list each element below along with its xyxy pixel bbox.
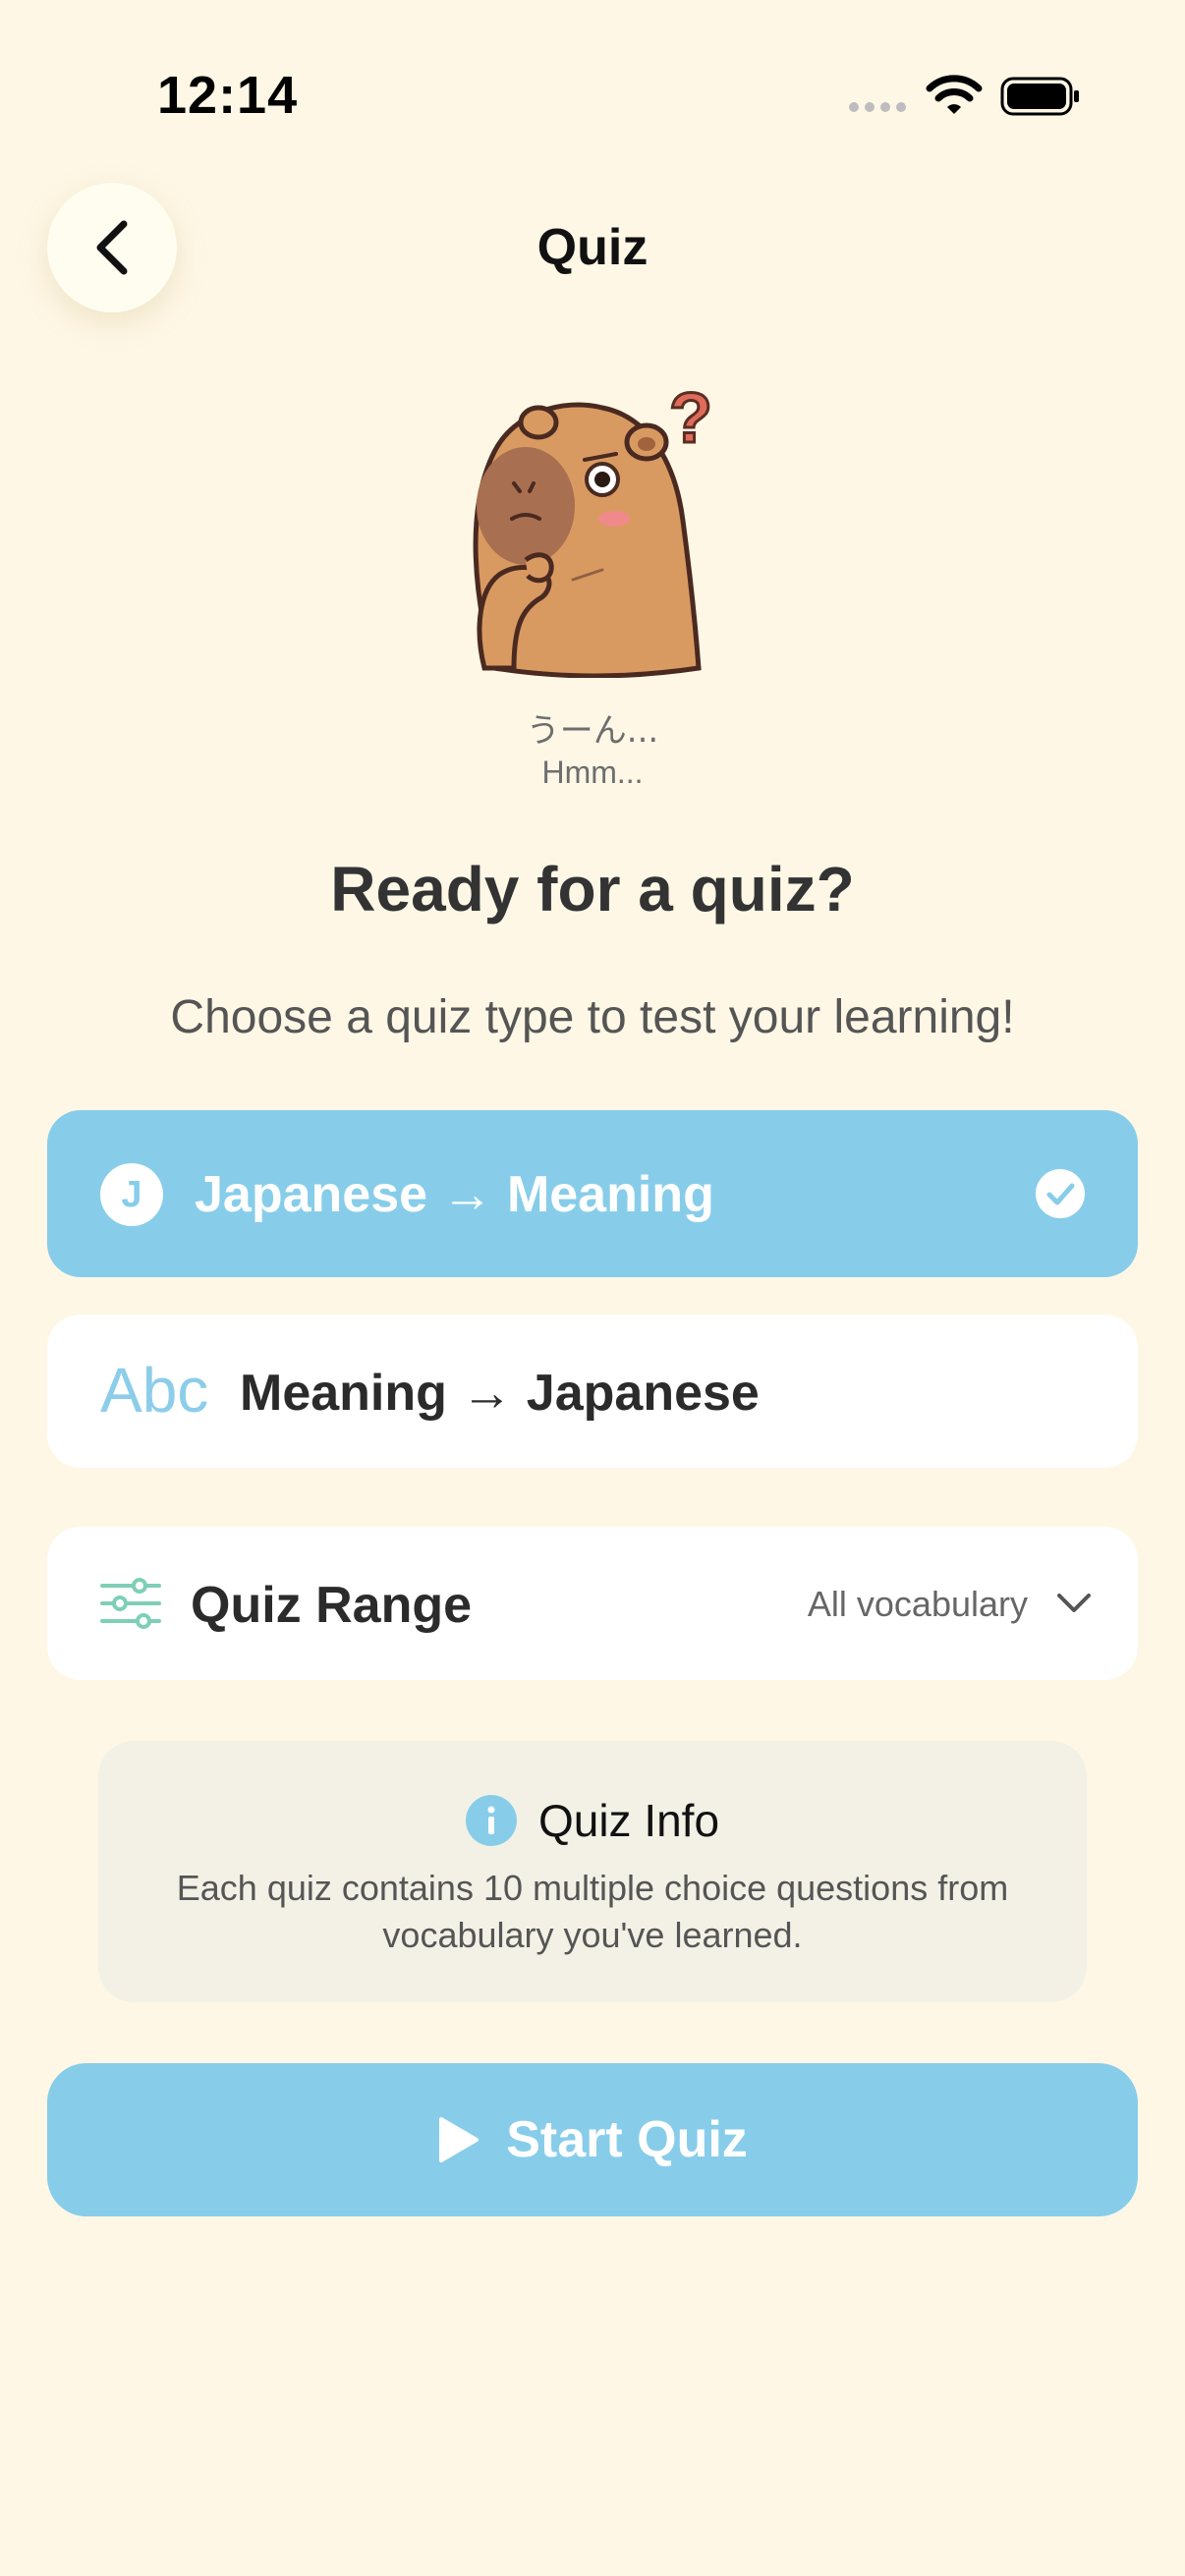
- svg-text:?: ?: [669, 379, 712, 458]
- sliders-icon: [100, 1578, 161, 1629]
- page-title: Quiz: [536, 219, 649, 276]
- quiz-type-label: Japanese → Meaning: [195, 1166, 714, 1223]
- quiz-range-label: Quiz Range: [191, 1577, 473, 1634]
- quiz-type-meaning-to-japanese[interactable]: Abc Meaning → Japanese: [47, 1315, 1138, 1468]
- capybara-thinking-illustration: ?: [473, 378, 713, 678]
- quiz-type-japanese-to-meaning[interactable]: J Japanese → Meaning: [47, 1110, 1138, 1277]
- status-time: 12:14: [157, 66, 299, 125]
- chevron-down-icon: [1057, 1594, 1091, 1612]
- mascot-caption-japanese: うーん...: [526, 711, 659, 751]
- quiz-info-title: Quiz Info: [537, 1795, 720, 1846]
- abc-icon: Abc: [100, 1355, 209, 1426]
- headline: Ready for a quiz?: [330, 854, 855, 924]
- mascot-caption-english: Hmm...: [541, 755, 644, 790]
- quiz-type-label: Meaning → Japanese: [240, 1365, 760, 1422]
- cellular-signal-icon: [849, 102, 906, 112]
- j-badge-icon: J: [100, 1163, 163, 1226]
- quiz-info-header: Quiz Info: [98, 1794, 1087, 1847]
- checkmark-circle-icon: [1036, 1169, 1085, 1218]
- quiz-info-text: Each quiz contains 10 multiple choice qu…: [176, 1868, 1009, 1955]
- status-bar: 12:14: [0, 0, 1185, 187]
- start-quiz-button[interactable]: Start Quiz: [47, 2063, 1138, 2216]
- quiz-range-value: All vocabulary: [807, 1584, 1028, 1624]
- subheadline: Choose a quiz type to test your learning…: [170, 991, 1015, 1043]
- wifi-icon: [926, 75, 983, 114]
- start-quiz-label: Start Quiz: [506, 2111, 748, 2168]
- quiz-range-selector[interactable]: Quiz Range All vocabulary: [47, 1527, 1138, 1680]
- play-icon: [439, 2117, 480, 2162]
- info-icon: [465, 1795, 517, 1846]
- quiz-info-card: Quiz Info Each quiz contains 10 multiple…: [98, 1741, 1087, 2002]
- battery-icon: [1000, 77, 1079, 116]
